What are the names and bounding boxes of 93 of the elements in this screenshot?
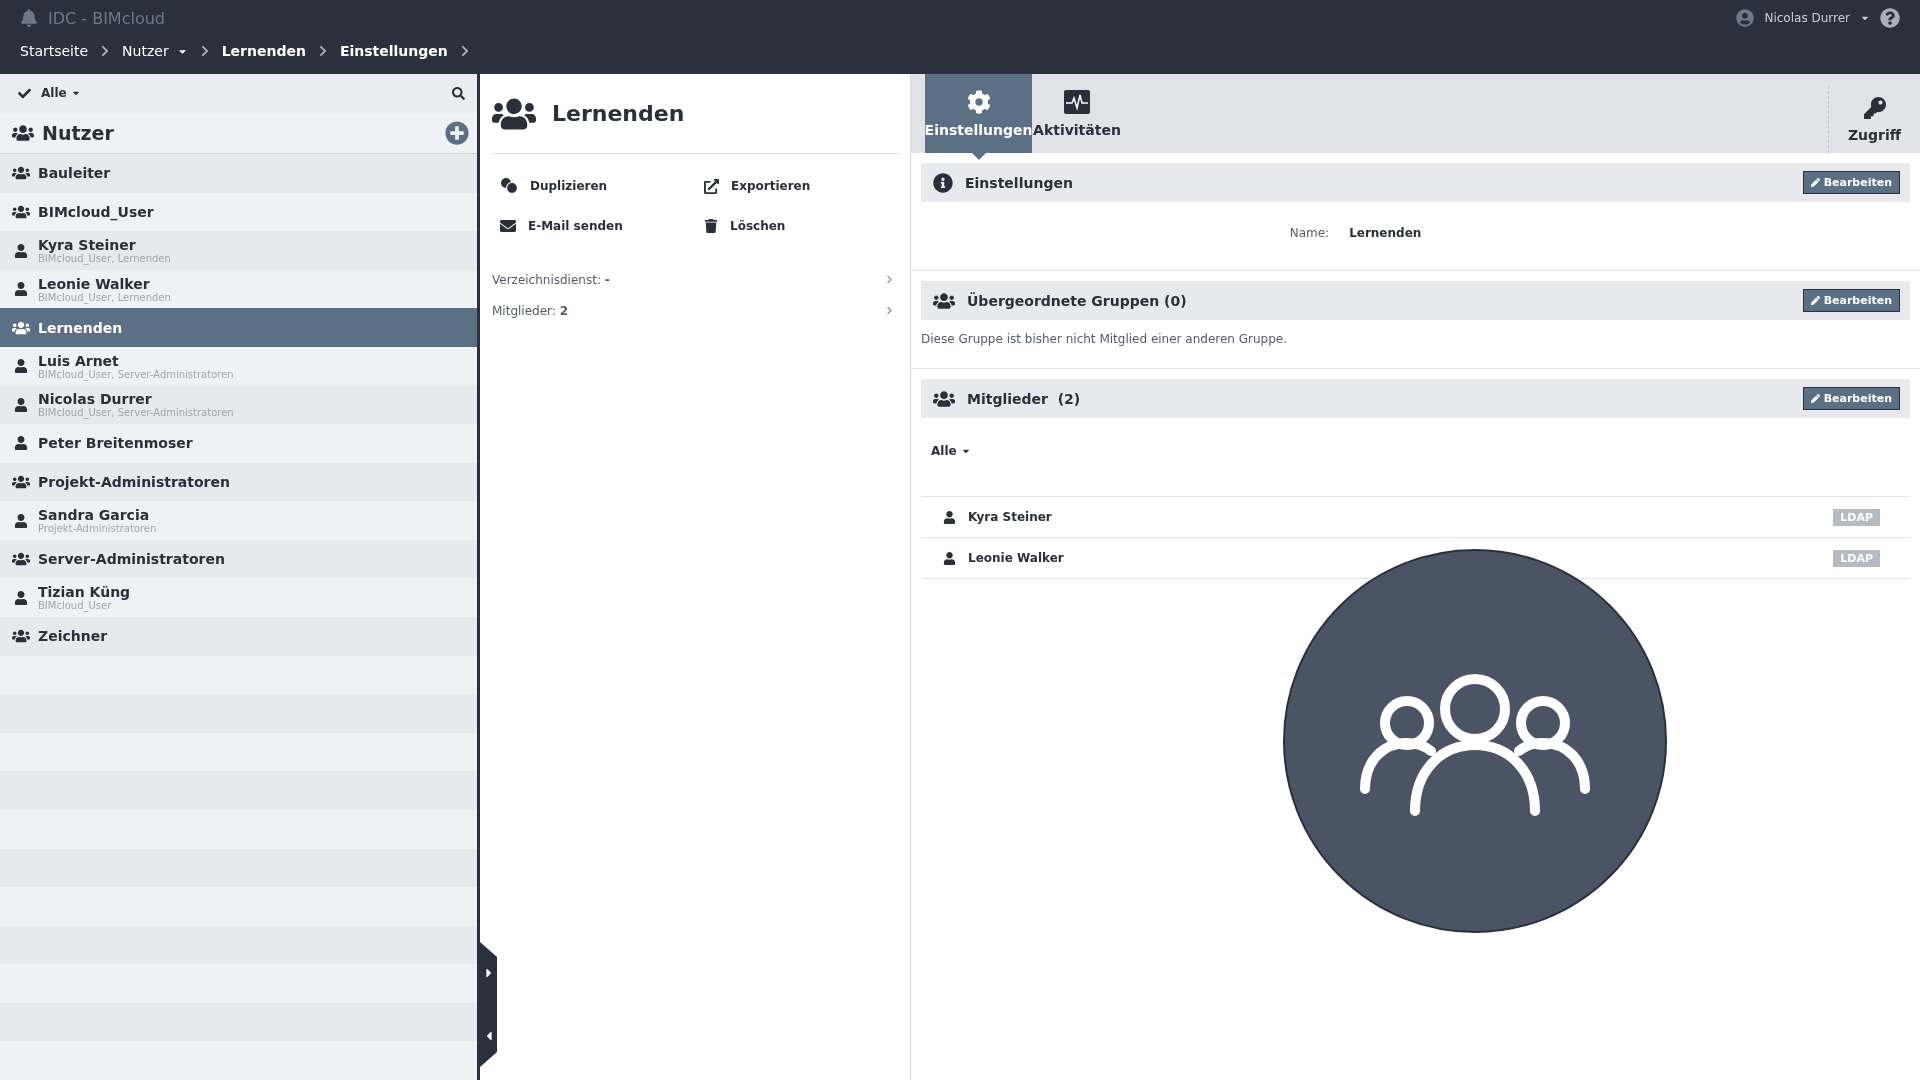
chevron-icon: [885, 306, 894, 315]
activity-icon: [1064, 89, 1090, 114]
item-groups: BIMcloud_User, Lernenden: [38, 291, 171, 303]
action-button[interactable]: E-Mail senden: [492, 206, 696, 246]
item-name: Peter Breitenmoser: [38, 435, 193, 452]
users-icon: [12, 473, 30, 491]
item-name: Tizian Küng: [38, 584, 131, 601]
field-label: Name:: [1289, 226, 1330, 240]
app-title: IDC - BIMcloud: [48, 8, 165, 28]
pencil-icon: [1810, 296, 1820, 305]
sidebar-item[interactable]: Lernenden: [0, 308, 477, 347]
bell-icon[interactable]: [20, 9, 38, 27]
ldap-tag: LDAP: [1833, 549, 1880, 567]
item-name: Server-Administratoren: [38, 551, 225, 568]
user-icon: [943, 510, 956, 524]
item-name: Luis Arnet: [38, 352, 120, 369]
help-icon[interactable]: [1880, 8, 1900, 28]
pencil-icon: [1810, 178, 1820, 187]
info-row[interactable]: Verzeichnisdienst: -: [492, 264, 900, 295]
pencil-icon: [1810, 394, 1820, 403]
chevron-icon: [100, 45, 111, 57]
item-name: Nicolas Durrer: [38, 391, 153, 408]
check-icon: [18, 86, 31, 100]
user-icon: [14, 513, 28, 528]
user-icon: [943, 551, 956, 565]
user-menu[interactable]: Nicolas Durrer: [1764, 11, 1850, 25]
group-title: Lernenden: [552, 101, 685, 126]
item-groups: BIMcloud_User, Lernenden: [38, 253, 171, 265]
action-button[interactable]: Duplizieren: [492, 166, 696, 206]
item-groups: BIMcloud_User, Server-Administratoren: [38, 368, 234, 380]
duplicate-icon: [500, 178, 518, 194]
chevron-icon: [885, 275, 894, 284]
chevron-icon: [199, 45, 210, 57]
edit-button[interactable]: Bearbeiten: [1802, 387, 1900, 410]
item-name: Leonie Walker: [38, 275, 151, 292]
item-name: Sandra Garcia: [38, 507, 151, 524]
info-icon: [933, 172, 953, 193]
edit-button[interactable]: Bearbeiten: [1802, 171, 1900, 194]
edit-button[interactable]: Bearbeiten: [1802, 289, 1900, 312]
member-name: Leonie Walker: [968, 551, 1065, 565]
user-icon: [14, 282, 28, 297]
info-row[interactable]: Mitglieder: 2: [492, 295, 900, 326]
user-icon: [14, 397, 28, 412]
info-text: Mitglieder: 2: [492, 303, 568, 318]
access-tab[interactable]: Zugriff: [1828, 86, 1920, 153]
section-title: Übergeordnete Gruppen (0): [967, 292, 1188, 309]
sidebar-title: Nutzer: [42, 121, 115, 144]
sidebar-item[interactable]: Kyra Steiner BIMcloud_User, Lernenden: [0, 231, 477, 270]
search-icon[interactable]: [452, 86, 465, 100]
section-note: Diese Gruppe ist bisher nicht Mitglied einer anderen Gruppe.: [921, 332, 1289, 346]
export-icon: [704, 178, 719, 194]
email-icon: [500, 218, 516, 234]
item-name: BIMcloud_User: [38, 203, 154, 220]
user-icon: [14, 359, 28, 374]
user-icon: [14, 243, 28, 258]
sidebar-item[interactable]: Server-Administratoren: [0, 539, 477, 579]
item-name: Bauleiter: [38, 165, 111, 182]
item-name: Projekt-Administratoren: [38, 474, 230, 490]
breadcrumb-link[interactable]: Lernenden: [221, 43, 306, 59]
breadcrumb-link[interactable]: Einstellungen: [339, 43, 448, 59]
key-icon: [1863, 96, 1886, 119]
user-icon: [14, 436, 28, 451]
item-name: Kyra Steiner: [38, 237, 136, 254]
breadcrumb-link[interactable]: Nutzer: [122, 43, 188, 59]
sidebar-item[interactable]: Projekt-Administratoren: [0, 462, 477, 502]
item-groups: BIMcloud_User: [38, 600, 131, 612]
ldap-tag: LDAP: [1833, 508, 1880, 526]
section-title: Mitglieder (2): [967, 390, 1082, 407]
user-icon: [14, 590, 28, 605]
filter-dropdown[interactable]: Alle: [931, 444, 971, 458]
filter-dropdown[interactable]: Alle: [41, 86, 81, 101]
sidebar-item[interactable]: Zeichner: [0, 617, 477, 656]
action-button[interactable]: Exportieren: [696, 166, 900, 206]
add-icon[interactable]: [445, 120, 469, 145]
item-name: Zeichner: [38, 628, 108, 645]
member-name: Kyra Steiner: [968, 510, 1053, 524]
section-title: Einstellungen: [965, 174, 1074, 191]
trash-icon: [704, 219, 718, 233]
info-text: Verzeichnisdienst: -: [492, 272, 610, 287]
item-groups: BIMcloud_User, Server-Administratoren: [38, 407, 234, 419]
sidebar-item[interactable]: Bauleiter: [0, 154, 477, 193]
item-name: Lernenden: [38, 319, 123, 336]
chevron-icon: [459, 45, 470, 57]
gear-icon: [966, 89, 991, 114]
chevron-icon: [317, 45, 328, 57]
item-groups: Projekt-Administratoren: [38, 523, 157, 535]
breadcrumb-link[interactable]: Startseite: [20, 43, 89, 59]
sidebar-item[interactable]: Nicolas Durrer BIMcloud_User, Server-Administratoren: [0, 385, 477, 425]
field-value: Lernenden: [1349, 226, 1422, 240]
group-avatar-icon: [1282, 549, 1667, 933]
user-avatar-icon: [1736, 9, 1755, 27]
tab[interactable]: Aktivitäten: [1032, 74, 1122, 153]
action-button[interactable]: Löschen: [696, 206, 900, 246]
